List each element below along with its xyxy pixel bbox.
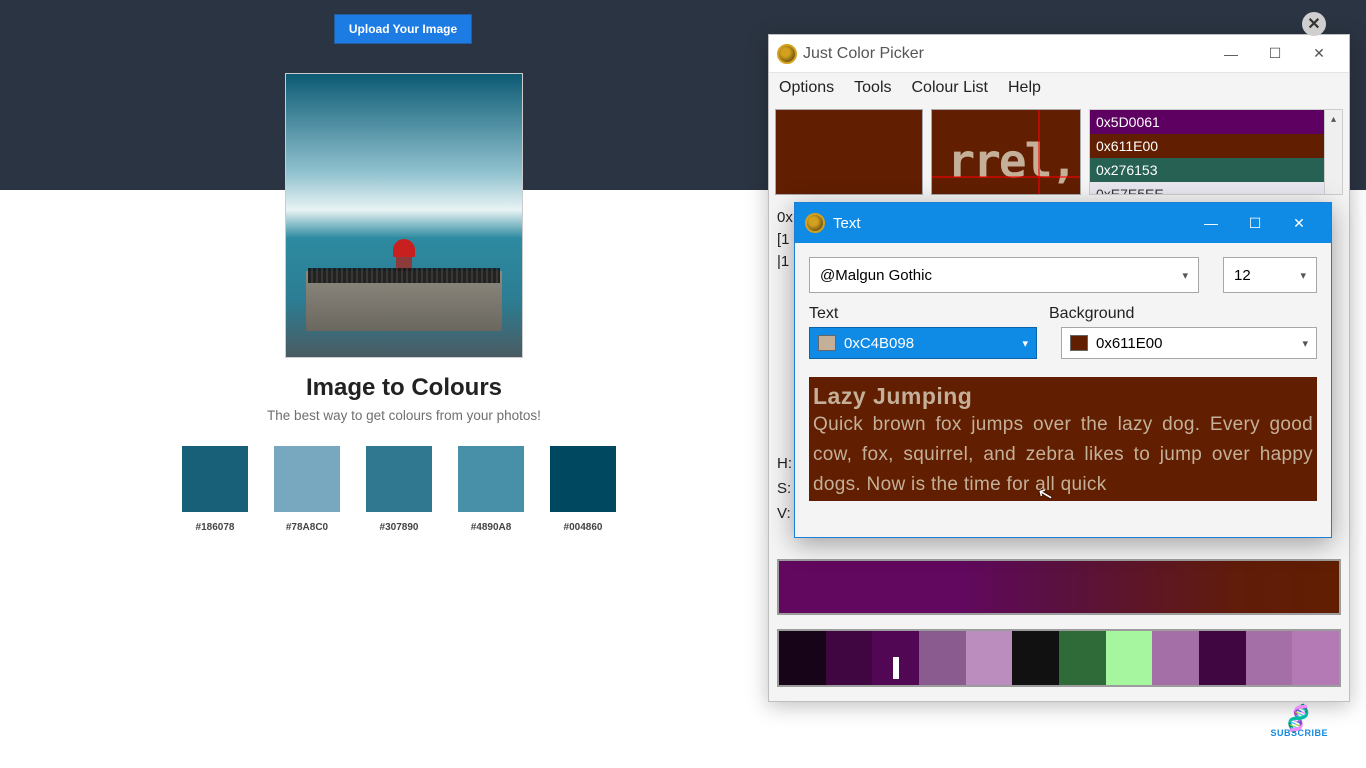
minimize-icon[interactable]: — — [1189, 203, 1233, 243]
swatch[interactable]: #78A8C0 — [274, 446, 340, 533]
text-color-value: 0xC4B098 — [844, 335, 914, 352]
minimize-icon[interactable]: — — [1209, 38, 1253, 70]
close-icon[interactable]: ✕ — [1302, 12, 1326, 36]
text-color-select[interactable]: 0xC4B098 ▾ — [809, 327, 1037, 359]
font-size-select[interactable]: 12 ▾ — [1223, 257, 1317, 293]
menu-colour-list[interactable]: Colour List — [912, 79, 988, 97]
hsv-s: S: — [777, 476, 792, 501]
swatch-color — [366, 446, 432, 512]
chevron-down-icon: ▾ — [1022, 337, 1028, 350]
crowd-silhouette — [308, 268, 500, 283]
colour-list-item[interactable]: 0x276153 — [1090, 158, 1324, 182]
app-icon — [777, 44, 797, 64]
shade-swatch[interactable] — [966, 631, 1013, 685]
swatch[interactable]: #4890A8 — [458, 446, 524, 533]
shade-swatch[interactable] — [1106, 631, 1153, 685]
shade-swatch[interactable] — [1059, 631, 1106, 685]
swatch-color — [550, 446, 616, 512]
close-icon[interactable]: ✕ — [1277, 203, 1321, 243]
colour-list[interactable]: 0x5D0061 0x611E00 0x276153 0xE7E5EE ▴ — [1089, 109, 1343, 195]
bg-color-chip — [1070, 335, 1088, 351]
menu-options[interactable]: Options — [779, 79, 834, 97]
shade-swatch[interactable] — [1012, 631, 1059, 685]
subscribe-watermark: 🧬 SUBSCRIBE — [1270, 710, 1328, 738]
text-preview: Lazy Jumping Quick brown fox jumps over … — [809, 377, 1317, 501]
preview-heading: Lazy Jumping — [813, 383, 1313, 410]
lighthouse-roof — [393, 239, 415, 257]
page-title: Image to Colours — [0, 374, 808, 402]
hsv-v: V: — [777, 501, 792, 526]
preview-image — [285, 73, 523, 358]
text-window-title: Text — [833, 215, 861, 232]
scroll-up-icon[interactable]: ▴ — [1325, 110, 1342, 128]
shade-swatch[interactable] — [1152, 631, 1199, 685]
jcp-title: Just Color Picker — [803, 45, 924, 63]
info-line-2: [1 — [777, 229, 793, 251]
shade-swatch[interactable] — [872, 631, 919, 685]
crosshair-horizontal — [932, 176, 1080, 178]
palette-row: #186078 #78A8C0 #307890 #4890A8 #004860 — [182, 446, 616, 533]
close-icon[interactable]: ✕ — [1297, 38, 1341, 70]
text-label: Text — [809, 305, 1025, 323]
scrollbar[interactable]: ▴ — [1324, 110, 1342, 194]
swatch[interactable]: #004860 — [550, 446, 616, 533]
swatch-hex: #186078 — [196, 522, 235, 533]
shade-swatch[interactable] — [1199, 631, 1246, 685]
shade-swatch[interactable] — [826, 631, 873, 685]
background-label: Background — [1049, 305, 1134, 323]
swatch-color — [458, 446, 524, 512]
colour-list-item[interactable]: 0xE7E5EE — [1090, 182, 1324, 194]
maximize-icon[interactable]: ☐ — [1253, 38, 1297, 70]
font-size-value: 12 — [1234, 267, 1251, 284]
jcp-titlebar[interactable]: Just Color Picker — ☐ ✕ — [769, 35, 1349, 73]
magnifier: rrel, — [931, 109, 1081, 195]
text-color-chip — [818, 335, 836, 351]
shade-swatch[interactable] — [1246, 631, 1293, 685]
info-line-3: |1 — [777, 251, 793, 273]
swatch-hex: #4890A8 — [471, 522, 512, 533]
preview-body: Quick brown fox jumps over the lazy dog.… — [813, 410, 1313, 500]
colour-list-item[interactable]: 0x5D0061 — [1090, 110, 1324, 134]
crosshair-vertical — [1038, 110, 1040, 194]
chevron-down-icon: ▾ — [1182, 269, 1188, 282]
text-window: Text — ☐ ✕ @Malgun Gothic ▾ 12 ▾ Text Ba… — [794, 202, 1332, 538]
swatch-hex: #78A8C0 — [286, 522, 328, 533]
maximize-icon[interactable]: ☐ — [1233, 203, 1277, 243]
upload-image-button[interactable]: Upload Your Image — [334, 14, 472, 44]
menu-tools[interactable]: Tools — [854, 79, 891, 97]
menu-help[interactable]: Help — [1008, 79, 1041, 97]
magnifier-sample-text: rrel, — [948, 134, 1076, 188]
current-color-patch — [775, 109, 923, 195]
page-subtitle: The best way to get colours from your ph… — [0, 408, 808, 423]
shade-swatch[interactable] — [1292, 631, 1339, 685]
shade-row — [777, 629, 1341, 687]
font-select[interactable]: @Malgun Gothic ▾ — [809, 257, 1199, 293]
chevron-down-icon: ▾ — [1300, 269, 1306, 282]
upload-image-label: Upload Your Image — [349, 22, 457, 36]
gradient-strip[interactable] — [777, 559, 1341, 615]
chevron-down-icon: ▾ — [1302, 337, 1308, 350]
info-line-1: 0x — [777, 207, 793, 229]
shade-swatch[interactable] — [919, 631, 966, 685]
swatch-color — [274, 446, 340, 512]
swatch[interactable]: #307890 — [366, 446, 432, 533]
menubar: Options Tools Colour List Help — [769, 73, 1349, 103]
swatch-color — [182, 446, 248, 512]
swatch-hex: #307890 — [380, 522, 419, 533]
colour-list-item[interactable]: 0x611E00 — [1090, 134, 1324, 158]
swatch[interactable]: #186078 — [182, 446, 248, 533]
hsv-h: H: — [777, 451, 792, 476]
colour-info-lines: 0x [1 |1 — [777, 207, 793, 273]
hsv-labels: H: S: V: — [777, 451, 792, 526]
active-shade-marker — [893, 657, 899, 679]
swatch-hex: #004860 — [564, 522, 603, 533]
bg-color-value: 0x611E00 — [1096, 335, 1162, 352]
text-titlebar[interactable]: Text — ☐ ✕ — [795, 203, 1331, 243]
font-select-value: @Malgun Gothic — [820, 267, 932, 284]
background-color-select[interactable]: 0x611E00 ▾ — [1061, 327, 1317, 359]
shade-swatch[interactable] — [779, 631, 826, 685]
app-icon — [805, 213, 825, 233]
